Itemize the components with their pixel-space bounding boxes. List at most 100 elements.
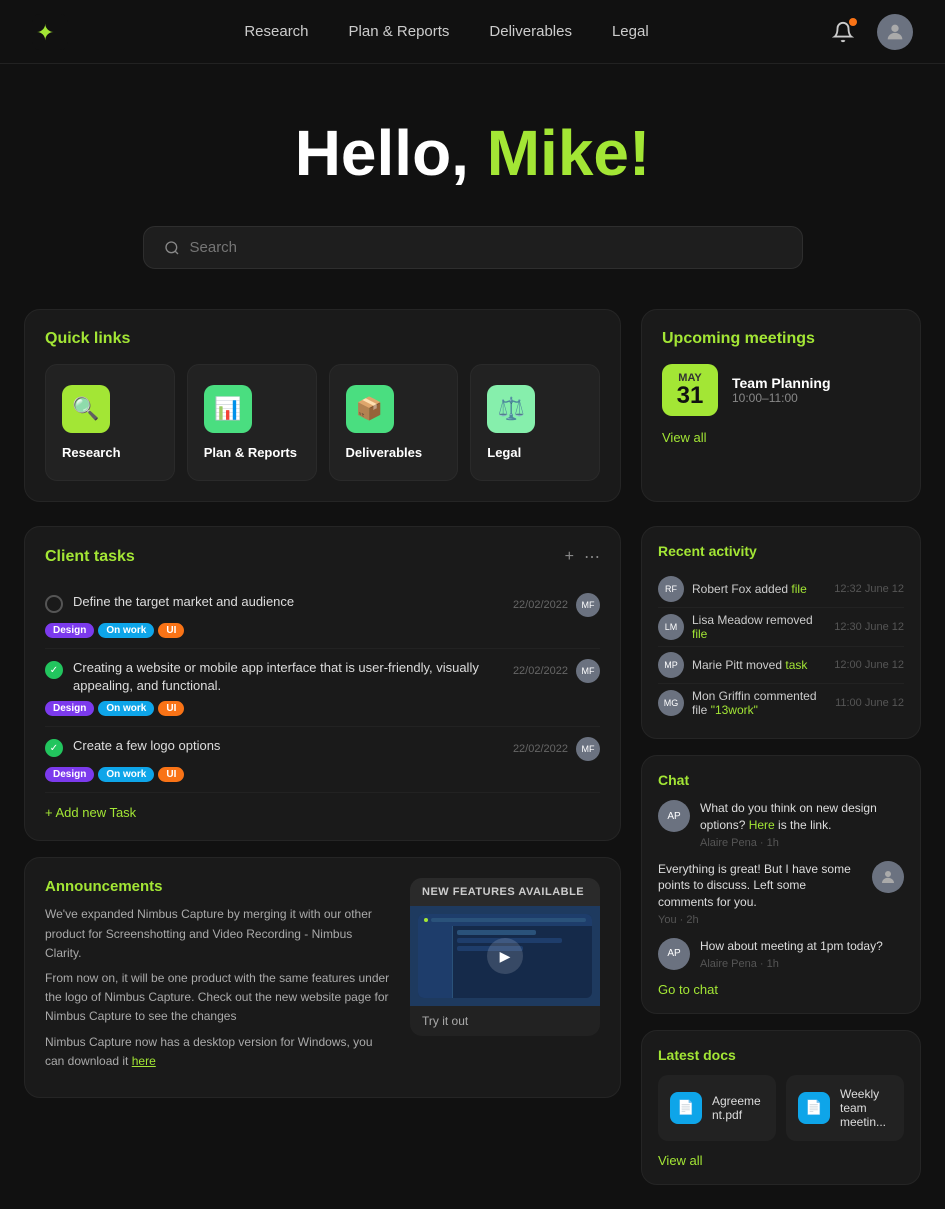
announce-right: NEW FEATURES AVAILABLE (410, 878, 600, 1077)
quick-link-research-icon: 🔍 (62, 385, 110, 433)
tasks-header: Client tasks + ⋯ (45, 547, 600, 567)
doc-icon-2: 📄 (798, 1092, 830, 1124)
quick-link-plan[interactable]: 📊 Plan & Reports (187, 364, 317, 481)
add-new-task-btn[interactable]: + Add new Task (45, 805, 136, 820)
tasks-title: Client tasks (45, 548, 135, 566)
chat-who-2: You · 2h (658, 914, 862, 926)
task-check-3[interactable]: ✓ (45, 739, 63, 757)
right-col: Recent activity RF Robert Fox added file… (641, 526, 921, 1185)
nav-deliverables[interactable]: Deliverables (489, 23, 572, 40)
quick-link-deliverables-label: Deliverables (346, 445, 423, 460)
activity-link-2[interactable]: file (692, 627, 707, 641)
user-avatar[interactable] (877, 14, 913, 50)
doc-item-1[interactable]: 📄 Agreement.pdf (658, 1075, 776, 1141)
meeting-day: 31 (674, 384, 706, 408)
tag-design-3: Design (45, 767, 94, 782)
announce-para-3: Nimbus Capture now has a desktop version… (45, 1033, 390, 1071)
chat-who-1: Alaire Pena · 1h (700, 837, 904, 849)
meeting-item: May 31 Team Planning 10:00–11:00 (662, 364, 900, 416)
recent-activity-card: Recent activity RF Robert Fox added file… (641, 526, 921, 739)
activity-time-1: 12:32 June 12 (834, 583, 904, 595)
task-tags-3: Design On work UI (45, 767, 600, 782)
meeting-info: Team Planning 10:00–11:00 (732, 375, 831, 405)
docs-view-all[interactable]: View all (658, 1153, 904, 1168)
quick-links-title: Quick links (45, 330, 600, 348)
quick-links-card: Quick links 🔍 Research 📊 Plan & Reports … (24, 309, 621, 502)
quick-link-plan-label: Plan & Reports (204, 445, 297, 460)
chat-who-3: Alaire Pena · 1h (700, 958, 883, 970)
quick-link-legal-label: Legal (487, 445, 521, 460)
activity-text-3: Marie Pitt moved task (692, 658, 826, 672)
doc-icon-1: 📄 (670, 1092, 702, 1124)
activity-item-3: MP Marie Pitt moved task 12:00 June 12 (658, 647, 904, 684)
tag-ui-2: UI (158, 701, 184, 716)
add-task-icon-btn[interactable]: + (565, 548, 574, 566)
task-avatar-1: MF (576, 593, 600, 617)
doc-item-2[interactable]: 📄 Weekly team meetin... (786, 1075, 904, 1141)
tag-ui-3: UI (158, 767, 184, 782)
activity-link-4[interactable]: "13work" (711, 703, 758, 717)
task-check-2[interactable]: ✓ (45, 661, 63, 679)
tag-onwork-3: On work (98, 767, 154, 782)
activity-item-1: RF Robert Fox added file 12:32 June 12 (658, 571, 904, 608)
announce-left: Announcements We've expanded Nimbus Capt… (45, 878, 390, 1077)
chat-msg-3: How about meeting at 1pm today? (700, 938, 883, 955)
chat-avatar-2 (872, 861, 904, 893)
activity-link-1[interactable]: file (791, 582, 806, 596)
try-it-link[interactable]: Try it out (410, 1006, 600, 1036)
quick-link-deliverables[interactable]: 📦 Deliverables (329, 364, 459, 481)
doc-name-1: Agreement.pdf (712, 1094, 764, 1122)
announce-link[interactable]: here (132, 1054, 156, 1068)
quick-link-legal[interactable]: ⚖️ Legal (470, 364, 600, 481)
chat-message-3: AP How about meeting at 1pm today? Alair… (658, 938, 904, 970)
top-grid: Quick links 🔍 Research 📊 Plan & Reports … (0, 309, 945, 526)
tag-ui: UI (158, 623, 184, 638)
chat-msg-1: What do you think on new design options?… (700, 800, 904, 834)
task-item-2: ✓ Creating a website or mobile app inter… (45, 649, 600, 727)
go-to-chat-link[interactable]: Go to chat (658, 982, 904, 997)
activity-avatar-1: RF (658, 576, 684, 602)
more-tasks-btn[interactable]: ⋯ (584, 547, 600, 567)
tag-onwork-2: On work (98, 701, 154, 716)
tag-design-2: Design (45, 701, 94, 716)
nav-plan-reports[interactable]: Plan & Reports (349, 23, 450, 40)
hero-name: Mike! (487, 117, 651, 189)
nav-research[interactable]: Research (244, 23, 308, 40)
activity-item-2: LM Lisa Meadow removed file 12:30 June 1… (658, 608, 904, 647)
activity-link-3[interactable]: task (785, 658, 807, 672)
task-check-1[interactable] (45, 595, 63, 613)
hero-greeting: Hello, Mike! (20, 116, 925, 190)
notification-bell[interactable] (825, 14, 861, 50)
task-text-3: Create a few logo options (73, 737, 220, 755)
chat-link-1[interactable]: Here (749, 818, 775, 832)
nav-legal[interactable]: Legal (612, 23, 649, 40)
logo[interactable]: ✦ (32, 14, 68, 50)
chat-title: Chat (658, 772, 904, 788)
chat-avatar-3: AP (658, 938, 690, 970)
chat-msg-2: Everything is great! But I have some poi… (658, 861, 862, 911)
tasks-actions: + ⋯ (565, 547, 600, 567)
task-date-3: 22/02/2022 (513, 743, 568, 755)
meeting-date-box: May 31 (662, 364, 718, 416)
search-icon (164, 240, 180, 256)
activity-text-2: Lisa Meadow removed file (692, 613, 826, 641)
chat-avatar-1: AP (658, 800, 690, 832)
hero-section: Hello, Mike! (0, 64, 945, 226)
chat-message-2: Everything is great! But I have some poi… (658, 861, 904, 926)
navbar: ✦ Research Plan & Reports Deliverables L… (0, 0, 945, 64)
nav-links: Research Plan & Reports Deliverables Leg… (244, 23, 648, 40)
bottom-section: Client tasks + ⋯ Define the target marke… (0, 526, 945, 1209)
meetings-view-all[interactable]: View all (662, 430, 900, 445)
meetings-title: Upcoming meetings (662, 330, 900, 348)
announce-para-2: From now on, it will be one product with… (45, 969, 390, 1027)
activity-avatar-2: LM (658, 614, 684, 640)
latest-docs-card: Latest docs 📄 Agreement.pdf 📄 Weekly tea… (641, 1030, 921, 1185)
quick-link-research[interactable]: 🔍 Research (45, 364, 175, 481)
task-date-1: 22/02/2022 (513, 599, 568, 611)
notification-dot (849, 18, 857, 26)
task-date-2: 22/02/2022 (513, 665, 568, 677)
task-tags-1: Design On work UI (45, 623, 600, 638)
search-input[interactable] (190, 239, 782, 256)
task-text-2: Creating a website or mobile app interfa… (73, 659, 505, 695)
activity-time-4: 11:00 June 12 (835, 697, 904, 709)
